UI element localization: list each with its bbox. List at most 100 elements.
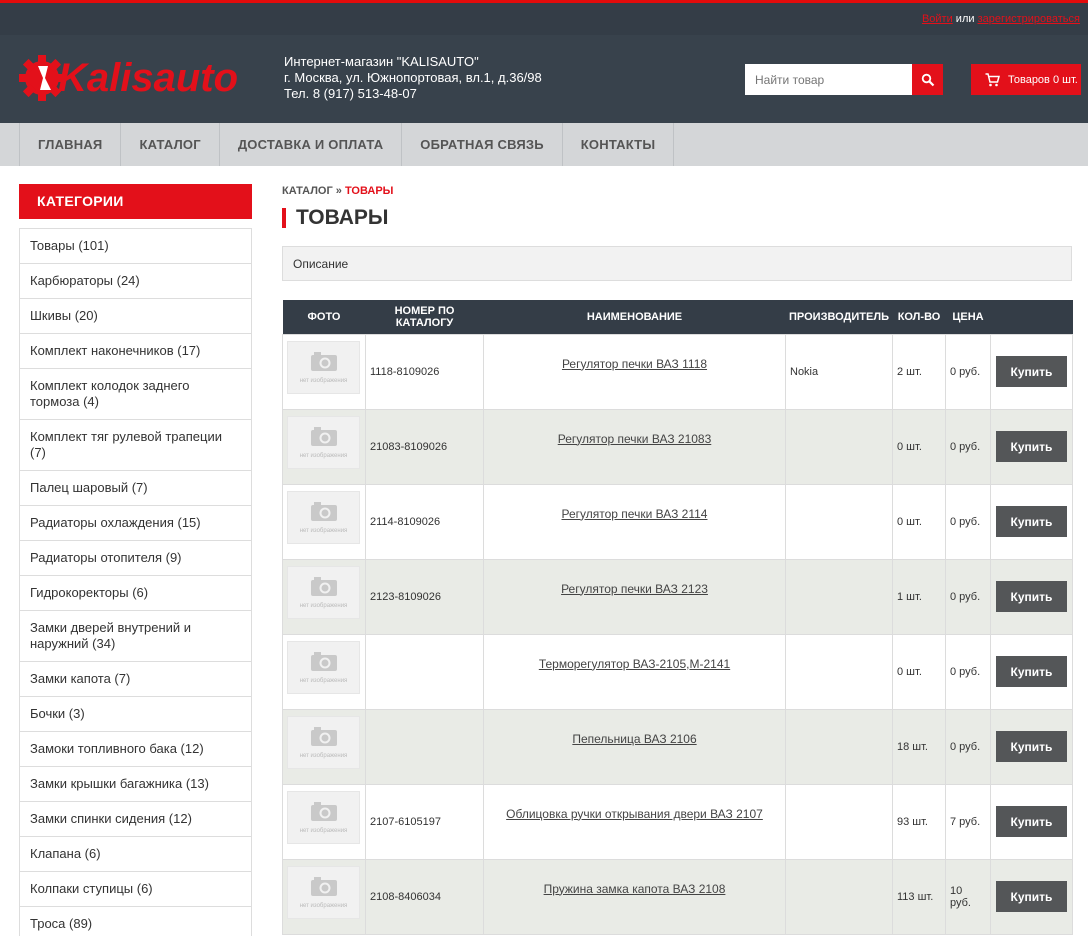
- login-link[interactable]: Войти: [922, 13, 953, 25]
- categories-heading: КАТЕГОРИИ: [19, 184, 252, 219]
- product-price: 0 руб.: [945, 483, 991, 560]
- product-name-cell: Терморегулятор ВАЗ-2105,М-2141: [483, 633, 786, 710]
- product-maker: [785, 708, 893, 785]
- table-row: нет изображения 2107-6105197 Облицовка руч…: [282, 783, 1073, 860]
- category-item[interactable]: Комплект колодок заднего тормоза (4): [20, 369, 251, 420]
- product-price: 0 руб.: [945, 633, 991, 710]
- category-item[interactable]: Палец шаровый (7): [20, 471, 251, 506]
- product-qty: 93 шт.: [892, 783, 946, 860]
- no-image-label: нет изображения: [299, 378, 348, 384]
- no-image-placeholder[interactable]: нет изображения: [287, 341, 360, 394]
- product-photo-cell: нет изображения: [282, 858, 366, 935]
- category-item[interactable]: Товары (101): [20, 229, 251, 264]
- category-item[interactable]: Замки капота (7): [20, 662, 251, 697]
- nav-item-delivery[interactable]: Доставка и оплата: [218, 123, 401, 166]
- product-qty: 0 шт.: [892, 633, 946, 710]
- table-row: нет изображения 2114-8109026 Регулятор печ…: [282, 483, 1073, 560]
- buy-button[interactable]: Купить: [996, 506, 1067, 537]
- main-content: КАТАЛОГ » ТОВАРЫ ТОВАРЫ Описание ФОТО НО…: [282, 184, 1073, 935]
- no-image-placeholder[interactable]: нет изображения: [287, 866, 360, 919]
- product-maker: [785, 483, 893, 560]
- product-qty: 2 шт.: [892, 333, 946, 410]
- product-price: 0 руб.: [945, 333, 991, 410]
- product-buy-cell: Купить: [990, 708, 1073, 785]
- product-name-link[interactable]: Регулятор печки ВАЗ 2123: [561, 582, 708, 596]
- product-name-cell: Пружина замка капота ВАЗ 2108: [483, 858, 786, 935]
- search-button[interactable]: [912, 64, 943, 95]
- category-item[interactable]: Бочки (3): [20, 697, 251, 732]
- product-name-cell: Регулятор печки ВАЗ 1118: [483, 333, 786, 410]
- product-price: 0 руб.: [945, 558, 991, 635]
- product-name-link[interactable]: Пружина замка капота ВАЗ 2108: [544, 882, 726, 896]
- buy-button[interactable]: Купить: [996, 431, 1067, 462]
- buy-button[interactable]: Купить: [996, 656, 1067, 687]
- no-image-placeholder[interactable]: нет изображения: [287, 716, 360, 769]
- category-list: Товары (101) Карбюраторы (24) Шкивы (20)…: [19, 228, 252, 936]
- breadcrumb-catalog[interactable]: КАТАЛОГ: [282, 185, 333, 197]
- no-image-placeholder[interactable]: нет изображения: [287, 491, 360, 544]
- product-name-link[interactable]: Терморегулятор ВАЗ-2105,М-2141: [539, 657, 730, 671]
- buy-button[interactable]: Купить: [996, 881, 1067, 912]
- table-row: нет изображения Терморегулятор ВАЗ-2105,М…: [282, 633, 1073, 710]
- breadcrumb: КАТАЛОГ » ТОВАРЫ: [282, 185, 1072, 197]
- search-input[interactable]: [745, 64, 912, 95]
- product-name-link[interactable]: Облицовка ручки открывания двери ВАЗ 210…: [506, 807, 763, 821]
- product-buy-cell: Купить: [990, 633, 1073, 710]
- camera-icon: [311, 652, 337, 671]
- buy-button[interactable]: Купить: [996, 731, 1067, 762]
- category-item[interactable]: Шкивы (20): [20, 299, 251, 334]
- buy-button[interactable]: Купить: [996, 581, 1067, 612]
- no-image-label: нет изображения: [299, 753, 348, 759]
- category-item[interactable]: Клапана (6): [20, 837, 251, 872]
- no-image-placeholder[interactable]: нет изображения: [287, 791, 360, 844]
- nav-item-catalog[interactable]: Каталог: [120, 123, 218, 166]
- camera-icon: [311, 352, 337, 371]
- buy-button[interactable]: Купить: [996, 356, 1067, 387]
- product-sku: [365, 708, 484, 785]
- buy-button[interactable]: Купить: [996, 806, 1067, 837]
- category-item[interactable]: Замки спинки сидения (12): [20, 802, 251, 837]
- product-price: 0 руб.: [945, 708, 991, 785]
- camera-icon: [311, 502, 337, 521]
- category-item[interactable]: Комплект тяг рулевой трапеции (7): [20, 420, 251, 471]
- category-item[interactable]: Троса (89): [20, 907, 251, 936]
- product-name-link[interactable]: Пепельница ВАЗ 2106: [572, 732, 696, 746]
- category-item[interactable]: Радиаторы охлаждения (15): [20, 506, 251, 541]
- category-item[interactable]: Колпаки ступицы (6): [20, 872, 251, 907]
- product-buy-cell: Купить: [990, 858, 1073, 935]
- product-price: 10 руб.: [945, 858, 991, 935]
- site-logo[interactable]: Kalisauto: [18, 50, 268, 106]
- product-sku: [365, 633, 484, 710]
- camera-icon: [311, 802, 337, 821]
- product-name-link[interactable]: Регулятор печки ВАЗ 1118: [562, 357, 707, 371]
- cart-button[interactable]: Товаров 0 шт.: [971, 64, 1081, 95]
- category-item[interactable]: Комплект наконечников (17): [20, 334, 251, 369]
- product-name-cell: Регулятор печки ВАЗ 2123: [483, 558, 786, 635]
- register-link[interactable]: зарегистрироваться: [978, 13, 1080, 25]
- auth-links: Войти или зарегистрироваться: [922, 13, 1080, 25]
- column-header-maker: ПРОИЗВОДИТЕЛЬ: [785, 300, 893, 334]
- no-image-label: нет изображения: [299, 528, 348, 534]
- no-image-placeholder[interactable]: нет изображения: [287, 566, 360, 619]
- no-image-placeholder[interactable]: нет изображения: [287, 641, 360, 694]
- nav-item-contacts[interactable]: Контакты: [561, 123, 675, 166]
- product-maker: [785, 633, 893, 710]
- column-header-photo: ФОТО: [282, 300, 366, 334]
- category-item[interactable]: Гидрокоректоры (6): [20, 576, 251, 611]
- no-image-placeholder[interactable]: нет изображения: [287, 416, 360, 469]
- product-photo-cell: нет изображения: [282, 483, 366, 560]
- category-item[interactable]: Замки крышки багажника (13): [20, 767, 251, 802]
- product-name-link[interactable]: Регулятор печки ВАЗ 2114: [562, 507, 708, 521]
- product-sku: 2123-8109026: [365, 558, 484, 635]
- nav-item-feedback[interactable]: Обратная связь: [401, 123, 561, 166]
- category-item[interactable]: Замки дверей внутрений и наружний (34): [20, 611, 251, 662]
- category-item[interactable]: Радиаторы отопителя (9): [20, 541, 251, 576]
- table-row: нет изображения Пепельница ВАЗ 2106 18 шт.…: [282, 708, 1073, 785]
- category-item[interactable]: Замоки топливного бака (12): [20, 732, 251, 767]
- category-item[interactable]: Карбюраторы (24): [20, 264, 251, 299]
- column-header-price: ЦЕНА: [945, 300, 991, 334]
- nav-item-home[interactable]: Главная: [19, 123, 120, 166]
- product-name-link[interactable]: Регулятор печки ВАЗ 21083: [558, 432, 712, 446]
- product-qty: 0 шт.: [892, 483, 946, 560]
- page-title: ТОВАРЫ: [282, 207, 1072, 228]
